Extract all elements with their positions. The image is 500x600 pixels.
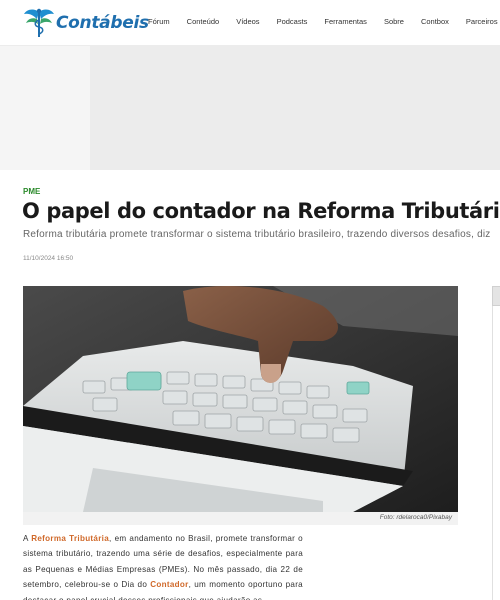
site-header: Contábeis Fórum Conteúdo Vídeos Podcasts… bbox=[0, 0, 500, 46]
nav-item-sobre[interactable]: Sobre bbox=[384, 17, 404, 26]
sidebar-divider bbox=[492, 306, 493, 600]
article-title: O papel do contador na Reforma Tributári… bbox=[22, 199, 500, 223]
article-body-paragraph: A Reforma Tributária, em andamento no Br… bbox=[23, 531, 303, 600]
image-caption-bar: Foto: rdelaroca0/Pixabay bbox=[23, 512, 458, 525]
article-date: 11/10/2024 16:50 bbox=[23, 255, 74, 262]
body-text-segment: A bbox=[23, 534, 32, 543]
nav-item-ferramentas[interactable]: Ferramentas bbox=[324, 17, 367, 26]
article-hero-image bbox=[23, 286, 458, 512]
sidebar-toggle[interactable] bbox=[492, 286, 500, 306]
article-category[interactable]: PME bbox=[23, 187, 40, 196]
calculator-photo bbox=[23, 286, 458, 512]
nav-item-forum[interactable]: Fórum bbox=[148, 17, 170, 26]
nav-item-parceiros[interactable]: Parceiros bbox=[466, 17, 498, 26]
nav-item-conteudo[interactable]: Conteúdo bbox=[187, 17, 220, 26]
link-reforma-tributaria[interactable]: Reforma Tributária bbox=[31, 534, 109, 543]
ad-banner-area bbox=[0, 46, 500, 170]
ad-placeholder[interactable] bbox=[90, 46, 500, 170]
article-subtitle: Reforma tributária promete transformar o… bbox=[23, 229, 491, 240]
link-contador[interactable]: Contador bbox=[150, 580, 188, 589]
image-caption: Foto: rdelaroca0/Pixabay bbox=[379, 514, 452, 521]
logo-text: Contábeis bbox=[56, 13, 149, 33]
nav-item-contbox[interactable]: Contbox bbox=[421, 17, 449, 26]
nav-item-podcasts[interactable]: Podcasts bbox=[277, 17, 308, 26]
nav-item-videos[interactable]: Vídeos bbox=[236, 17, 259, 26]
site-logo[interactable]: Contábeis bbox=[22, 6, 149, 40]
contabeis-logo-icon bbox=[24, 8, 54, 37]
main-nav: Fórum Conteúdo Vídeos Podcasts Ferrament… bbox=[148, 17, 498, 26]
